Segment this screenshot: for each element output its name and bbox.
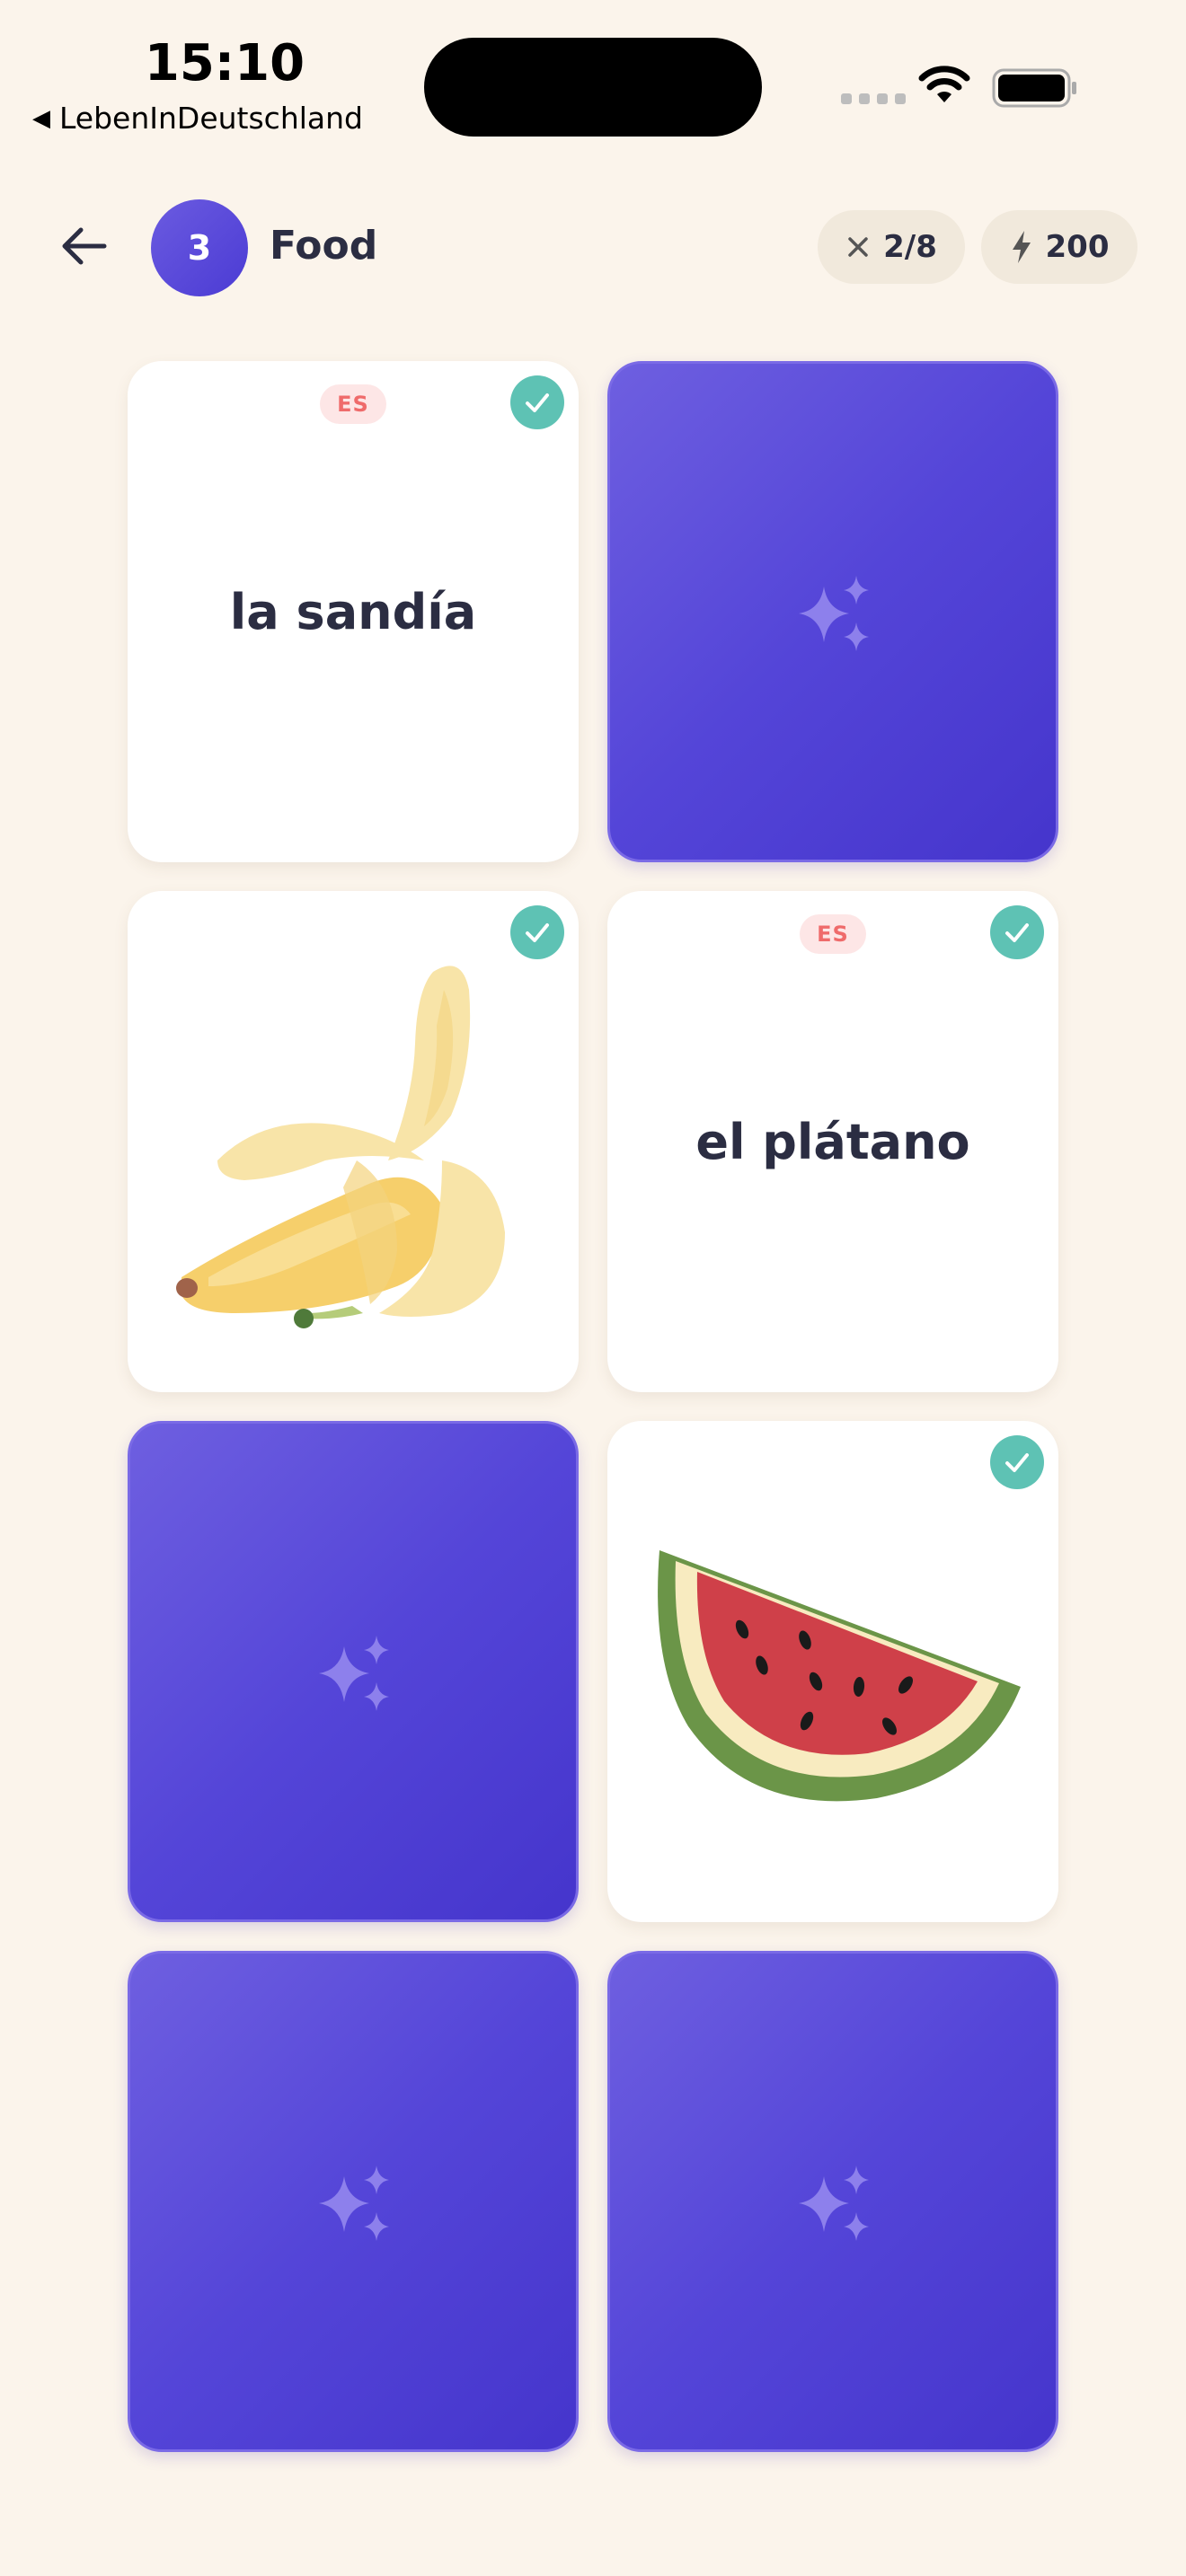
xp-counter: 200	[981, 210, 1137, 284]
sparkle-icon	[799, 2166, 869, 2241]
memory-card-word[interactable]: ES el plátano	[607, 891, 1058, 1392]
back-arrow-icon[interactable]	[59, 221, 110, 271]
sparkle-icon	[319, 2166, 389, 2241]
cellular-signal-icon	[841, 93, 906, 104]
status-time: 15:10	[144, 34, 305, 93]
banana-image	[176, 966, 505, 1328]
memory-card-word[interactable]: ES la sandía	[128, 361, 579, 862]
card-word: el plátano	[695, 1113, 970, 1170]
memory-card-image[interactable]	[607, 1421, 1058, 1922]
memory-card-hidden[interactable]	[128, 1951, 579, 2452]
wifi-icon	[918, 66, 970, 102]
dynamic-island	[424, 38, 762, 137]
memory-card-hidden[interactable]	[607, 361, 1058, 862]
memory-card-hidden[interactable]	[607, 1951, 1058, 2452]
level-badge: 3	[151, 199, 248, 296]
memory-card-image[interactable]	[128, 891, 579, 1392]
back-to-app-link[interactable]: ◀ LebenInDeutschland	[32, 101, 363, 136]
topic-title: Food	[270, 223, 378, 269]
watermelon-image	[658, 1550, 1021, 1802]
memory-game-screen: 15:10 ◀ LebenInDeutschland 3 Food 2/8 20…	[0, 0, 1186, 2576]
lightning-icon	[1012, 231, 1031, 263]
back-app-label: LebenInDeutschland	[59, 101, 363, 136]
memory-card-hidden[interactable]	[128, 1421, 579, 1922]
close-icon	[848, 237, 868, 257]
battery-icon	[992, 68, 1076, 108]
mistakes-counter: 2/8	[818, 210, 965, 284]
back-triangle-icon: ◀	[32, 104, 50, 132]
card-word: la sandía	[229, 583, 477, 640]
xp-value: 200	[1045, 229, 1110, 265]
mistakes-value: 2/8	[883, 229, 937, 265]
sparkle-icon	[319, 1636, 389, 1711]
sparkle-icon	[799, 576, 869, 651]
